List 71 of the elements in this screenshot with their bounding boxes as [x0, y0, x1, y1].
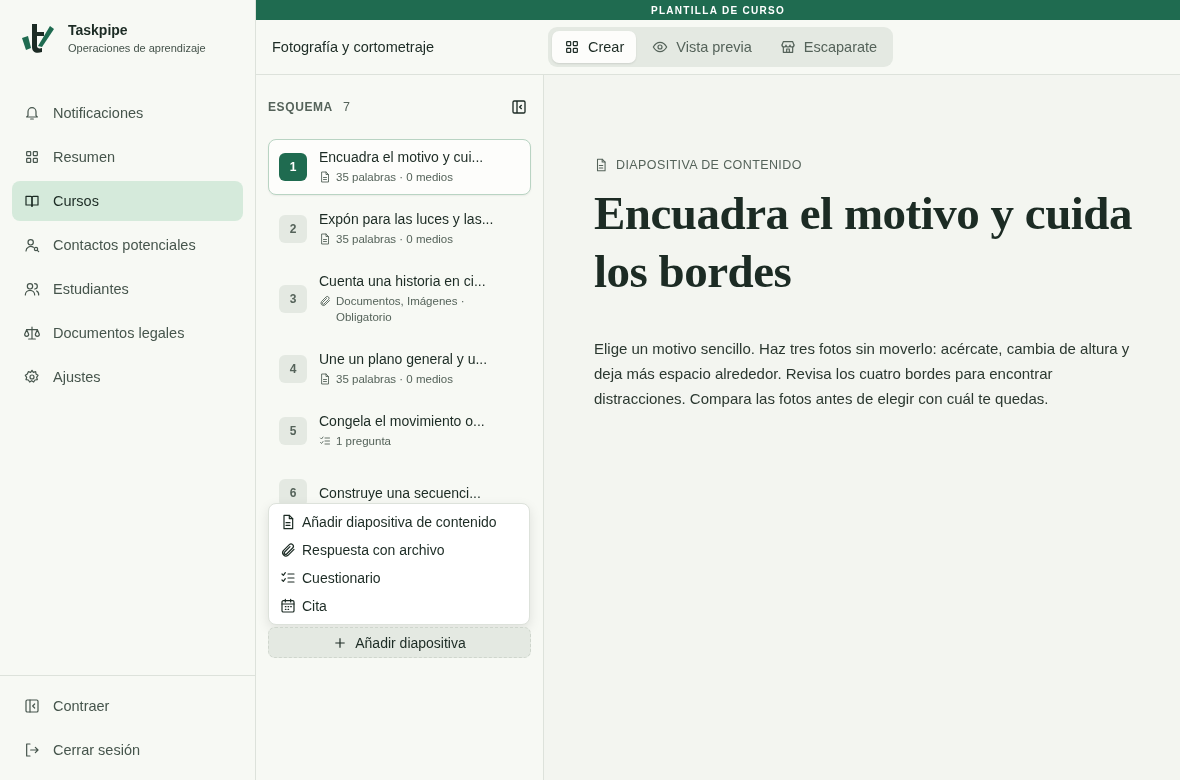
- slide-title: Expón para las luces y las...: [319, 211, 494, 227]
- slide-meta: 35 palabras · 0 medios: [336, 232, 453, 247]
- nav-item[interactable]: Documentos legales: [12, 313, 243, 353]
- slide-title: Construye una secuenci...: [319, 485, 481, 501]
- menu-item[interactable]: Cita: [269, 592, 529, 620]
- slide-meta: 35 palabras · 0 medios: [336, 372, 453, 387]
- nav-item[interactable]: Contraer: [12, 686, 243, 726]
- settings-icon: [24, 369, 40, 385]
- brand-subtitle: Operaciones de aprendizaje: [68, 42, 206, 54]
- checklist-icon: [319, 435, 331, 447]
- document-icon: [594, 158, 608, 172]
- document-icon: [319, 171, 331, 183]
- outline-title: ESQUEMA: [268, 100, 333, 114]
- outline-item[interactable]: 3 Cuenta una historia en ci... Documentos, Imágenes · Obligatorio: [268, 263, 531, 335]
- slide-number: 3: [279, 285, 307, 313]
- slide-meta: 1 pregunta: [336, 434, 391, 449]
- slide-title: Congela el movimiento o...: [319, 413, 485, 429]
- paperclip-icon: [319, 295, 331, 307]
- tab[interactable]: Escaparate: [767, 31, 890, 63]
- grid-icon: [24, 149, 40, 165]
- outline-item[interactable]: 1 Encuadra el motivo y cui... 35 palabras · 0 medios: [268, 139, 531, 195]
- grid-icon: [564, 39, 580, 55]
- slide-meta: Documentos, Imágenes · Obligatorio: [336, 294, 466, 325]
- tab[interactable]: Vista previa: [640, 31, 764, 63]
- slide-count: 7: [342, 100, 350, 114]
- bell-icon: [24, 105, 40, 121]
- banner-text: PLANTILLA DE CURSO: [256, 0, 1180, 20]
- add-slide-button[interactable]: Añadir diapositiva: [268, 627, 531, 658]
- calendar-icon: [280, 598, 296, 614]
- storefront-icon: [779, 39, 796, 55]
- scale-icon: [24, 325, 40, 341]
- slide-number: 5: [279, 417, 307, 445]
- people-icon: [24, 281, 40, 297]
- sidebar-collapse-icon: [24, 698, 40, 714]
- slide-number: 2: [279, 215, 307, 243]
- slide-title: Une un plano general y u...: [319, 351, 488, 367]
- slide-body: Elige un motivo sencillo. Haz tres fotos sin moverlo: acércate, cambia de altura y deja más espacio alrededor. Revisa los cuatro bordes para encontrar distracciones. Compara las fotos antes de elegir con cuál te quedas.: [594, 339, 1131, 409]
- menu-item[interactable]: Añadir diapositiva de contenido: [269, 508, 529, 536]
- slide-meta: 35 palabras · 0 medios: [336, 170, 453, 185]
- slide-type-label: DIAPOSITIVA DE CONTENIDO: [616, 158, 802, 172]
- nav-item[interactable]: Contactos potenciales: [12, 225, 243, 265]
- document-icon: [280, 514, 296, 530]
- outline-item[interactable]: 5 Congela el movimiento o... 1 pregunta: [268, 403, 531, 459]
- slide-number: 1: [279, 153, 307, 181]
- brand-name: Taskpipe: [68, 22, 129, 38]
- logout-icon: [24, 742, 40, 758]
- slide-title: Cuenta una historia en ci...: [319, 273, 486, 289]
- nav-item[interactable]: Cerrar sesión: [12, 730, 243, 770]
- eye-icon: [652, 39, 669, 55]
- paperclip-icon: [280, 542, 296, 558]
- course-title: Fotografía y cortometraje: [271, 39, 435, 55]
- outline-item[interactable]: 2 Expón para las luces y las... 35 palabras · 0 medios: [268, 201, 531, 257]
- nav-item[interactable]: Estudiantes: [12, 269, 243, 309]
- slide-heading: Encuadra el motivo y cuida los bordes: [594, 186, 1133, 299]
- nav-item[interactable]: Resumen: [12, 137, 243, 177]
- slide-title: Encuadra el motivo y cui...: [319, 149, 484, 165]
- menu-item[interactable]: Respuesta con archivo: [269, 536, 529, 564]
- person-search-icon: [24, 237, 40, 253]
- slide-number: 4: [279, 355, 307, 383]
- nav-item[interactable]: Cursos: [12, 181, 243, 221]
- panel-collapse-icon[interactable]: [511, 99, 527, 115]
- nav-item[interactable]: Ajustes: [12, 357, 243, 397]
- nav-item[interactable]: Notificaciones: [12, 93, 243, 133]
- plus-icon: [333, 635, 348, 650]
- document-icon: [319, 373, 331, 385]
- document-icon: [319, 233, 331, 245]
- menu-item[interactable]: Cuestionario: [269, 564, 529, 592]
- outline-item[interactable]: 4 Une un plano general y u... 35 palabras · 0 medios: [268, 341, 531, 397]
- book-icon: [24, 193, 40, 209]
- tab[interactable]: Crear: [552, 31, 637, 63]
- checklist-icon: [280, 570, 296, 586]
